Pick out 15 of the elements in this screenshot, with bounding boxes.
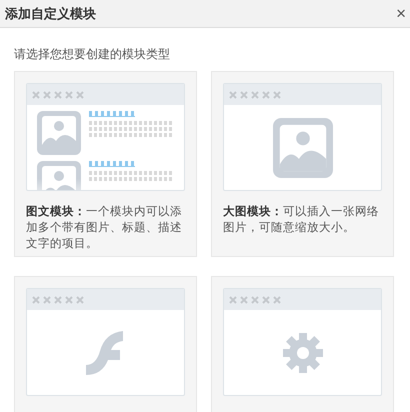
module-description: 大图模块：可以插入一张网络图片，可随意缩放大小。 xyxy=(223,203,380,235)
image-icon xyxy=(37,111,81,155)
module-option-card[interactable] xyxy=(14,276,197,412)
module-description: 图文模块：一个模块内可以添加多个带有图片、标题、描述文字的项目。 xyxy=(26,203,183,251)
link-placeholder-drawing xyxy=(89,161,135,167)
link-placeholder-drawing xyxy=(89,111,135,117)
module-option-card[interactable]: 图文模块：一个模块内可以添加多个带有图片、标题、描述文字的项目。 xyxy=(14,71,197,257)
image-icon xyxy=(272,118,332,178)
dialog-title: 添加自定义模块 xyxy=(5,6,96,22)
gear-icon xyxy=(280,330,324,374)
prompt-text: 请选择您想要创建的模块类型 xyxy=(14,46,170,63)
close-button[interactable]: × xyxy=(396,5,406,22)
module-option-card[interactable] xyxy=(211,276,394,412)
flash-icon xyxy=(86,330,126,374)
module-option-card[interactable]: 大图模块：可以插入一张网络图片，可随意缩放大小。 xyxy=(211,71,394,257)
